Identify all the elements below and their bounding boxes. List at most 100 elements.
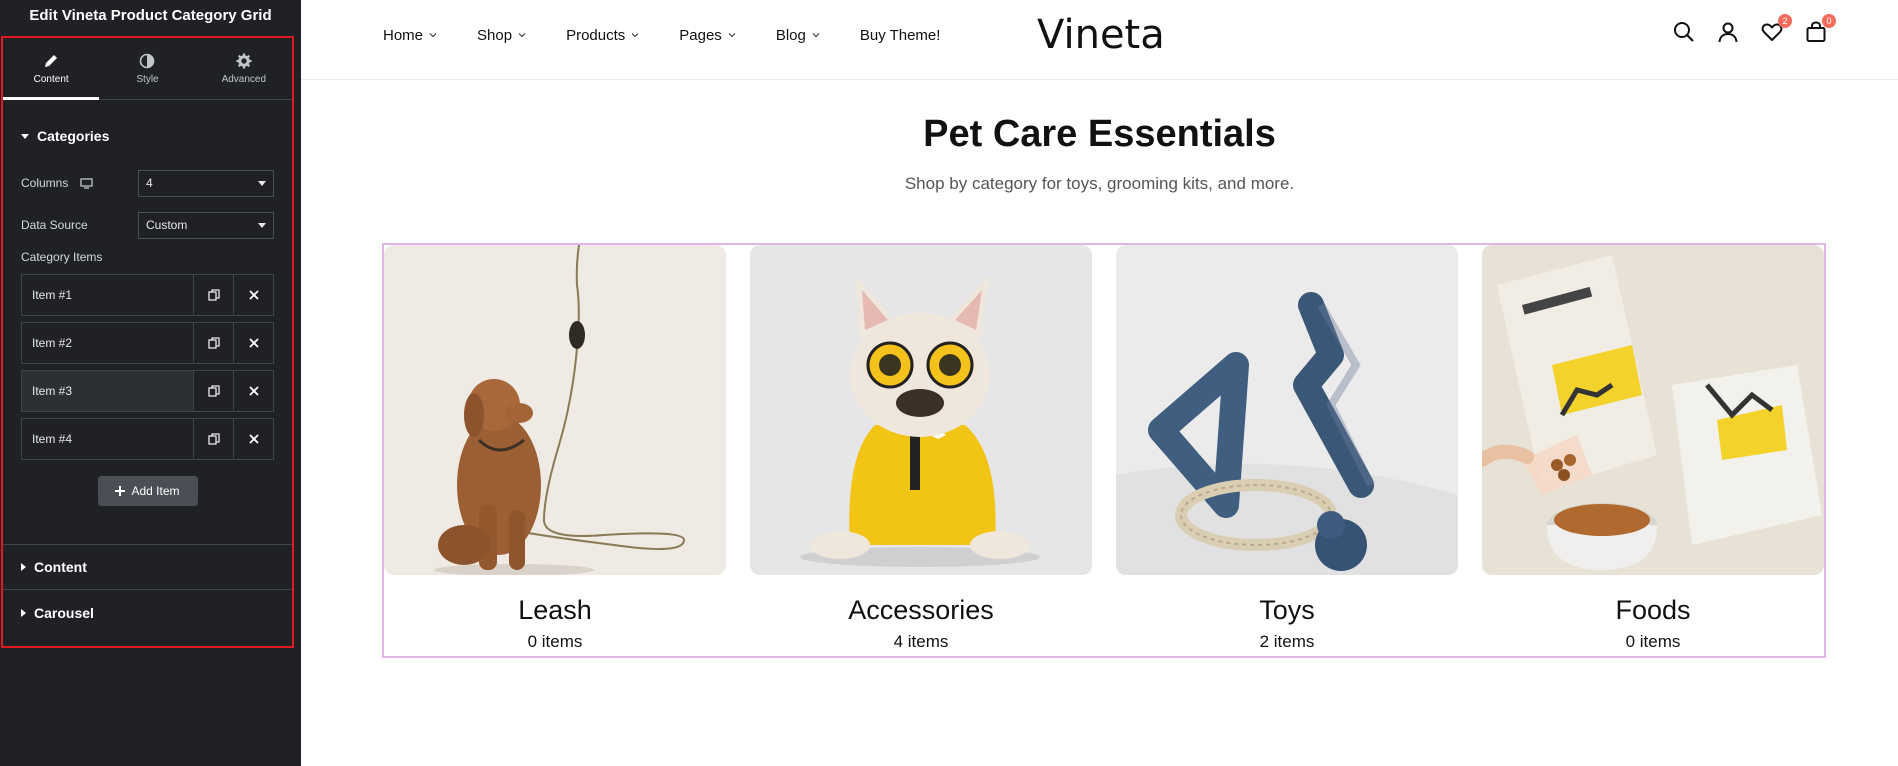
wishlist-button[interactable]: 2	[1760, 14, 1792, 44]
chevron-down-icon	[812, 33, 820, 38]
duplicate-button[interactable]	[193, 419, 233, 459]
panel-highlight-frame: Content Style Advanced Categories Column…	[1, 36, 294, 648]
copy-icon	[207, 337, 220, 349]
panel-tabs: Content Style Advanced	[3, 38, 292, 100]
repeater-item-title[interactable]: Item #1	[22, 275, 193, 315]
editor-app: Edit Vineta Product Category Grid Conten…	[0, 0, 1898, 766]
columns-select[interactable]: 4	[138, 169, 274, 197]
category-name[interactable]: Toys	[1116, 595, 1458, 626]
caret-down-icon	[21, 133, 29, 139]
data-source-select[interactable]: Custom	[138, 211, 274, 239]
section-categories-label: Categories	[37, 128, 110, 144]
nav-home-label: Home	[383, 26, 424, 44]
chevron-down-icon	[258, 222, 266, 228]
close-icon	[248, 386, 259, 396]
nav-pages[interactable]: Pages	[679, 27, 736, 44]
tab-advanced[interactable]: Advanced	[196, 38, 292, 99]
nav-home[interactable]: Home	[383, 27, 437, 44]
nav-products[interactable]: Products	[566, 27, 639, 44]
repeater-item-title[interactable]: Item #2	[22, 323, 193, 363]
site-logo[interactable]: Vineta	[1037, 12, 1165, 58]
nav-shop[interactable]: Shop	[477, 27, 526, 44]
nav-pages-label: Pages	[679, 26, 722, 44]
tab-style[interactable]: Style	[99, 38, 195, 99]
chevron-down-icon	[429, 33, 437, 38]
panel-title: Edit Vineta Product Category Grid	[0, 0, 301, 31]
chevron-down-icon	[258, 180, 266, 186]
add-item-label: Add Item	[131, 484, 180, 498]
plus-icon	[115, 486, 126, 496]
category-card-toys[interactable]: Toys 2 items	[1116, 245, 1458, 652]
repeater-item-title[interactable]: Item #4	[22, 419, 193, 459]
desktop-icon[interactable]	[80, 177, 94, 189]
category-card-foods[interactable]: Foods 0 items	[1482, 245, 1824, 652]
section-categories-toggle[interactable]: Categories	[3, 114, 292, 158]
copy-icon	[207, 289, 220, 301]
tab-content[interactable]: Content	[3, 38, 100, 100]
section-content-toggle[interactable]: Content	[3, 545, 292, 589]
columns-control: Columns 4	[3, 162, 292, 204]
repeater-item: Item #3	[21, 370, 274, 412]
remove-button[interactable]	[233, 371, 273, 411]
editor-panel: Edit Vineta Product Category Grid Conten…	[0, 0, 301, 766]
remove-button[interactable]	[233, 419, 273, 459]
columns-label: Columns	[21, 176, 69, 190]
remove-button[interactable]	[233, 323, 273, 363]
category-name[interactable]: Foods	[1482, 595, 1824, 626]
nav-buy-theme[interactable]: Buy Theme!	[860, 27, 941, 44]
pencil-icon	[45, 54, 58, 67]
close-icon	[248, 434, 259, 444]
nav-products-label: Products	[566, 26, 626, 44]
main-nav: Home Shop Products Pages Blog Buy Theme!	[383, 0, 940, 70]
contrast-icon	[140, 53, 155, 68]
duplicate-button[interactable]	[193, 275, 233, 315]
wishlist-count-badge: 2	[1778, 14, 1792, 28]
gear-icon	[236, 53, 252, 68]
category-items-label: Category Items	[21, 250, 103, 264]
category-image-toys[interactable]	[1116, 245, 1458, 575]
category-name[interactable]: Leash	[384, 595, 726, 626]
repeater-item: Item #1	[21, 274, 274, 316]
data-source-control: Data Source Custom	[3, 204, 292, 246]
category-card-accessories[interactable]: Accessories 4 items	[750, 245, 1092, 652]
caret-right-icon	[21, 609, 26, 617]
duplicate-button[interactable]	[193, 371, 233, 411]
category-count: 0 items	[1625, 632, 1681, 651]
close-icon	[248, 290, 259, 300]
nav-blog-label: Blog	[775, 26, 806, 44]
section-carousel-toggle[interactable]: Carousel	[3, 590, 292, 636]
search-icon	[1674, 22, 1694, 42]
nav-blog[interactable]: Blog	[776, 27, 820, 44]
data-source-label: Data Source	[21, 218, 88, 232]
category-count: 4 items	[893, 632, 949, 651]
remove-button[interactable]	[233, 275, 273, 315]
cart-count-badge: 0	[1822, 14, 1836, 28]
category-image-foods[interactable]	[1482, 245, 1824, 575]
category-image-accessories[interactable]	[750, 245, 1092, 575]
chevron-down-icon	[631, 33, 639, 38]
copy-icon	[207, 433, 220, 445]
repeater-item: Item #4	[21, 418, 274, 460]
nav-buy-theme-label: Buy Theme!	[859, 26, 941, 44]
category-name[interactable]: Accessories	[750, 595, 1092, 626]
user-icon	[1718, 22, 1738, 43]
site-preview: Home Shop Products Pages Blog Buy Theme!…	[301, 0, 1898, 766]
category-image-leash[interactable]	[384, 245, 726, 575]
data-source-value: Custom	[146, 218, 188, 232]
tab-content-label: Content	[33, 73, 69, 85]
nav-shop-label: Shop	[477, 26, 513, 44]
account-button[interactable]	[1716, 20, 1740, 44]
section-carousel-label: Carousel	[34, 605, 94, 621]
cart-button[interactable]: 0	[1804, 14, 1836, 44]
category-count: 2 items	[1259, 632, 1315, 651]
category-count: 0 items	[527, 632, 583, 651]
tab-advanced-label: Advanced	[221, 73, 267, 85]
repeater-item-title[interactable]: Item #3	[22, 371, 193, 411]
duplicate-button[interactable]	[193, 323, 233, 363]
caret-right-icon	[21, 563, 26, 571]
search-button[interactable]	[1672, 20, 1696, 44]
category-card-leash[interactable]: Leash 0 items	[384, 245, 726, 652]
add-item-button[interactable]: Add Item	[97, 476, 198, 506]
section-subheading: Shop by category for toys, grooming kits…	[904, 174, 1295, 193]
close-icon	[248, 338, 259, 348]
